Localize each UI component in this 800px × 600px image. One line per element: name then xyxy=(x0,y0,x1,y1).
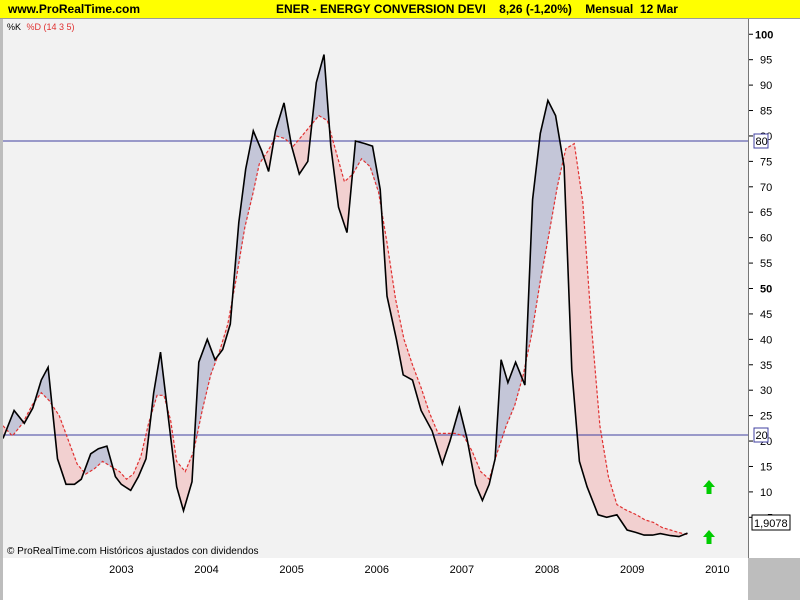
y-axis: 1009590858075706560555045403530252015105… xyxy=(749,19,800,558)
instrument-price: 8,26 (-1,20%) xyxy=(499,2,572,16)
y-tick-label: 65 xyxy=(760,207,772,219)
header-bar: www.ProRealTime.com ENER - ENERGY CONVER… xyxy=(0,0,800,19)
y-tick-label: 100 xyxy=(755,29,773,41)
legend-d: %D (14 3 5) xyxy=(27,22,75,32)
y-tick-label: 50 xyxy=(760,284,772,296)
stochastic-chart: %K %D (14 3 5) © ProRealTime.com Históri… xyxy=(3,22,748,557)
y-tick-label: 25 xyxy=(760,411,772,423)
fill-regions xyxy=(3,54,688,538)
y-tick-label: 90 xyxy=(760,80,772,92)
x-tick-label: 2009 xyxy=(620,564,644,576)
x-tick-label: 2010 xyxy=(705,564,729,576)
x-tick-label: 2008 xyxy=(535,564,559,576)
instrument-title: ENER - ENERGY CONVERSION DEVI xyxy=(276,2,486,16)
oversold-level-box: 20 xyxy=(753,427,769,443)
y-tick-label: 75 xyxy=(760,156,772,168)
overbought-level-box: 80 xyxy=(753,133,769,149)
x-tick-label: 2005 xyxy=(279,564,303,576)
y-tick-label: 85 xyxy=(760,106,772,118)
instrument-info: ENER - ENERGY CONVERSION DEVI 8,26 (-1,2… xyxy=(276,2,678,16)
y-tick-label: 40 xyxy=(760,334,772,346)
x-tick-label: 2007 xyxy=(450,564,474,576)
legend-k: %K xyxy=(7,22,21,32)
chart-date: 12 Mar xyxy=(639,2,678,16)
y-tick-label: 15 xyxy=(760,461,772,473)
last-value-box: 1,9078 xyxy=(751,514,791,531)
last-value-label: 1,9078 xyxy=(754,518,788,530)
y-tick-label: 10 xyxy=(760,487,772,499)
y-tick-label: 60 xyxy=(760,233,772,245)
y-tick-label: 30 xyxy=(760,385,772,397)
legend: %K %D (14 3 5) xyxy=(7,22,75,32)
x-axis-labels: 2003 2004 2005 2006 2007 2008 2009 2010 xyxy=(109,564,729,576)
overbought-level-label: 80 xyxy=(756,136,768,148)
arrow-up-icon xyxy=(703,480,715,494)
x-tick-label: 2004 xyxy=(194,564,218,576)
timeframe[interactable]: Mensual xyxy=(585,2,633,16)
y-tick-label: 70 xyxy=(760,182,772,194)
y-tick-label: 95 xyxy=(760,55,772,67)
y-axis-labels: 1009590858075706560555045403530252015105… xyxy=(749,29,791,531)
y-tick-label: 55 xyxy=(760,258,772,270)
x-axis: 2003 2004 2005 2006 2007 2008 2009 2010 xyxy=(3,558,748,600)
arrow-up-icon xyxy=(703,530,715,544)
y-tick-label: 35 xyxy=(760,360,772,372)
oversold-level-label: 20 xyxy=(756,430,768,442)
y-tick-label: 45 xyxy=(760,309,772,321)
x-tick-label: 2006 xyxy=(365,564,389,576)
stochastic-plot-area[interactable]: %K %D (14 3 5) © ProRealTime.com Históri… xyxy=(3,19,749,558)
x-tick-label: 2003 xyxy=(109,564,133,576)
site-name[interactable]: www.ProRealTime.com xyxy=(8,2,140,16)
footer-note: © ProRealTime.com Históricos ajustados c… xyxy=(7,546,259,557)
